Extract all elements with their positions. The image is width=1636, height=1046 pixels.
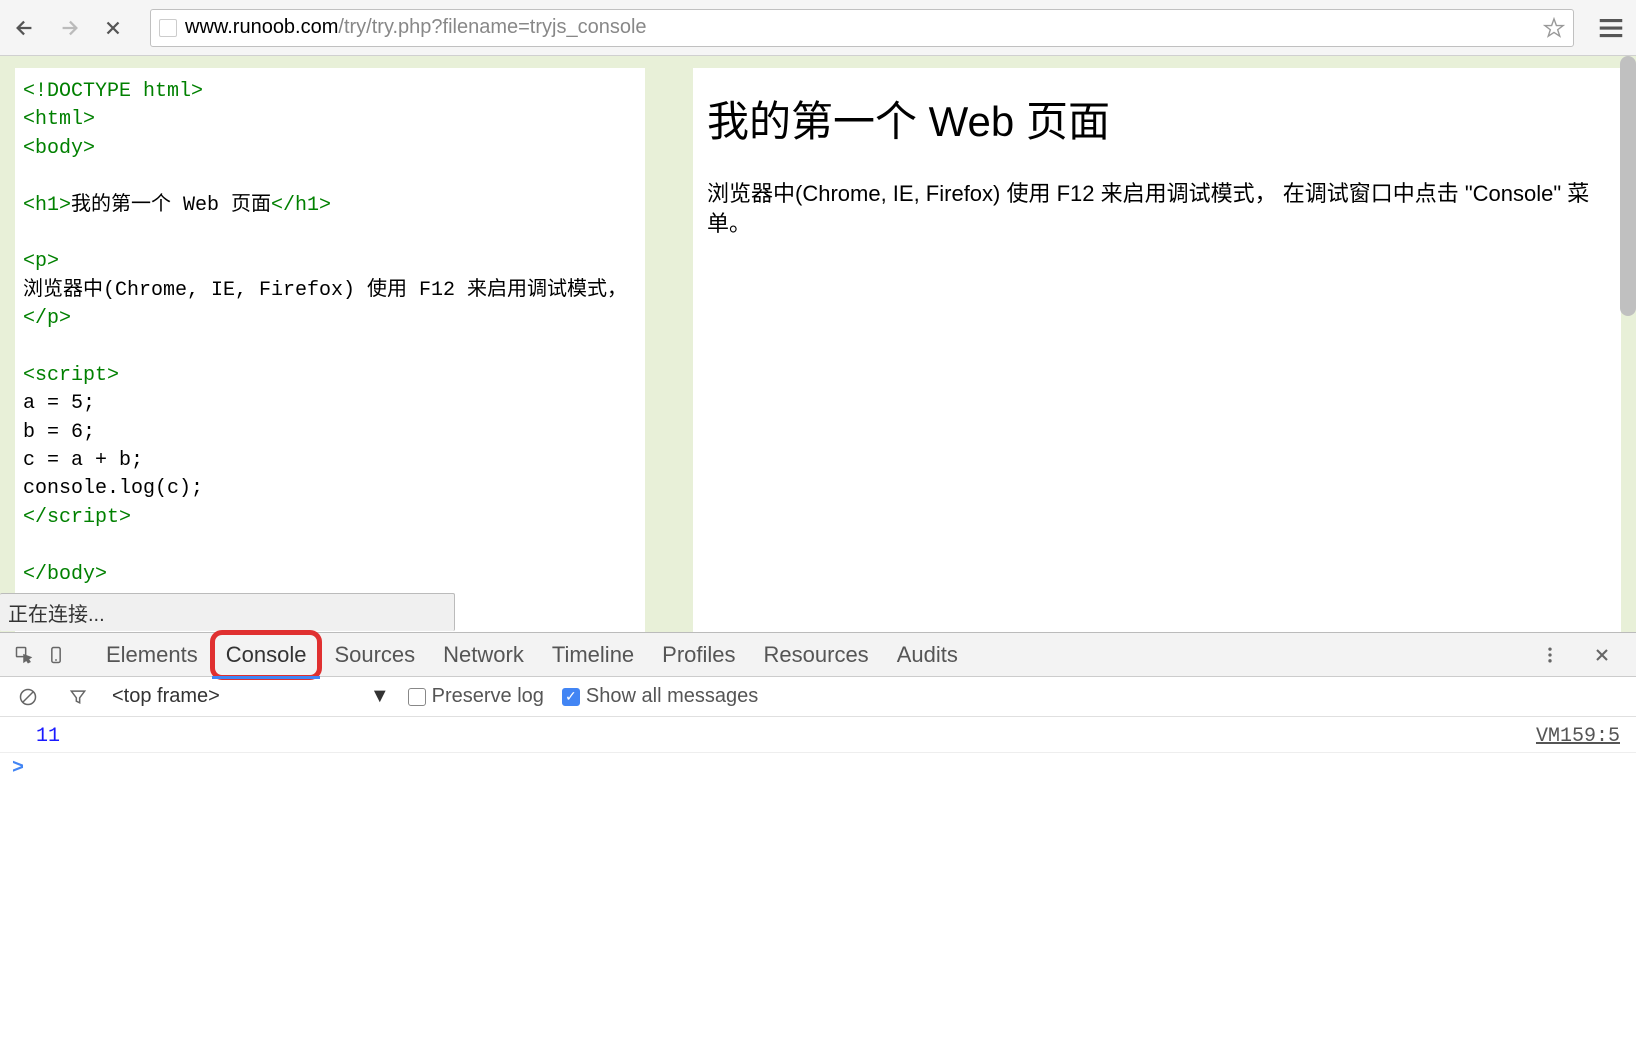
url-text: www.runoob.com/try/try.php?filename=tryj… (185, 16, 1535, 39)
url-bar[interactable]: www.runoob.com/try/try.php?filename=tryj… (150, 9, 1574, 47)
preserve-log-checkbox[interactable]: Preserve log (408, 685, 544, 708)
console-value: 11 (36, 725, 60, 748)
device-mode-icon[interactable] (40, 639, 72, 671)
scrollbar[interactable] (1620, 56, 1636, 316)
inspect-element-icon[interactable] (8, 639, 40, 671)
page-content-area: <!DOCTYPE html><html><body> <h1>我的第一个 We… (0, 56, 1636, 632)
context-selector[interactable]: <top frame> ▼ (112, 685, 390, 708)
clear-console-icon[interactable] (12, 681, 44, 713)
back-button[interactable] (10, 13, 40, 43)
console-toolbar: <top frame> ▼ Preserve log ✓ Show all me… (0, 677, 1636, 717)
filter-icon[interactable] (62, 681, 94, 713)
stop-reload-button[interactable] (98, 13, 128, 43)
chevron-down-icon: ▼ (370, 685, 390, 708)
devtools-close-icon[interactable] (1586, 639, 1618, 671)
console-source-link[interactable]: VM159:5 (1536, 725, 1620, 748)
bookmark-star-icon[interactable] (1543, 17, 1565, 39)
devtools-panel: ElementsConsoleSourcesNetworkTimelinePro… (0, 632, 1636, 788)
tab-timeline[interactable]: Timeline (538, 632, 648, 678)
devtools-more-icon[interactable] (1534, 639, 1566, 671)
tab-resources[interactable]: Resources (750, 632, 883, 678)
console-prompt[interactable]: > (0, 753, 1636, 784)
hamburger-menu-icon[interactable] (1596, 13, 1626, 43)
browser-toolbar: www.runoob.com/try/try.php?filename=tryj… (0, 0, 1636, 56)
page-icon (159, 19, 177, 37)
devtools-tab-bar: ElementsConsoleSourcesNetworkTimelinePro… (0, 633, 1636, 677)
tab-elements[interactable]: Elements (92, 632, 212, 678)
tab-audits[interactable]: Audits (883, 632, 972, 678)
status-bar: 正在连接... (0, 593, 455, 631)
forward-button[interactable] (54, 13, 84, 43)
console-log-row: 11 VM159:5 (0, 721, 1636, 753)
preview-paragraph: 浏览器中(Chrome, IE, Firefox) 使用 F12 来启用调试模式… (707, 179, 1607, 238)
console-output: 11 VM159:5 > (0, 717, 1636, 788)
tab-console[interactable]: Console (212, 632, 321, 678)
tab-network[interactable]: Network (429, 632, 538, 678)
preview-panel: 我的第一个 Web 页面 浏览器中(Chrome, IE, Firefox) 使… (693, 68, 1621, 632)
tab-profiles[interactable]: Profiles (648, 632, 749, 678)
tab-sources[interactable]: Sources (320, 632, 429, 678)
show-all-messages-checkbox[interactable]: ✓ Show all messages (562, 685, 758, 708)
preview-heading: 我的第一个 Web 页面 (707, 88, 1607, 149)
code-editor-panel[interactable]: <!DOCTYPE html><html><body> <h1>我的第一个 We… (15, 68, 645, 632)
